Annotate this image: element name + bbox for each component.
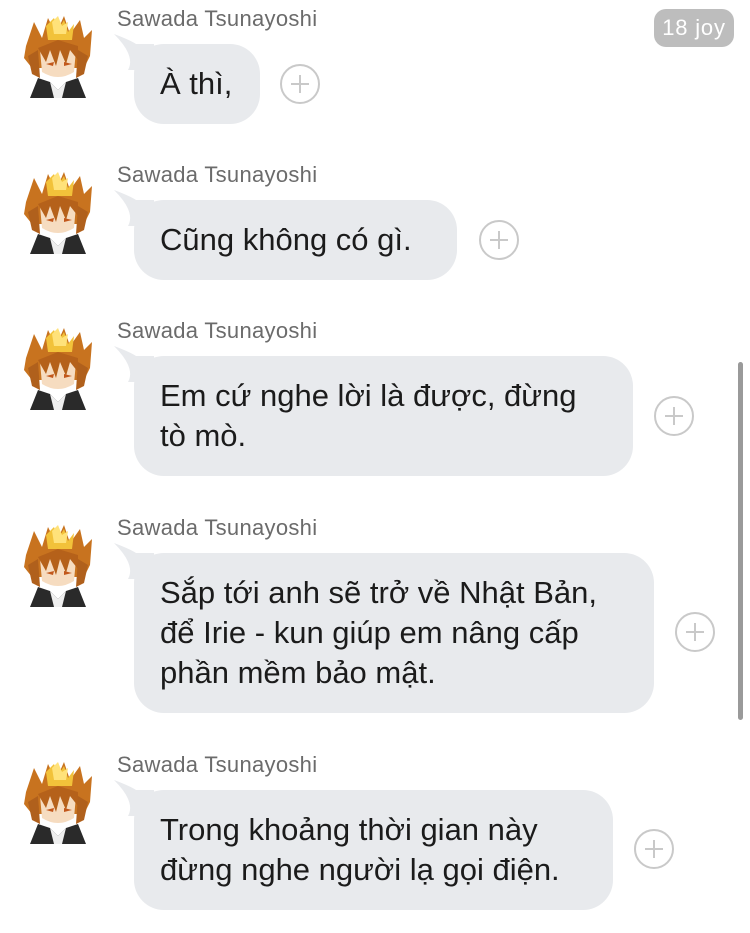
message-bubble[interactable]: Em cứ nghe lời là được, đừng tò mò.: [134, 356, 633, 476]
message-bubble[interactable]: Trong khoảng thời gian này đừng nghe ngư…: [134, 790, 613, 910]
bubble-tail: [114, 346, 154, 382]
avatar[interactable]: [24, 328, 92, 410]
add-reaction-button[interactable]: [634, 829, 674, 869]
avatar[interactable]: [24, 172, 92, 254]
sender-name: Sawada Tsunayoshi: [117, 318, 318, 343]
plus-icon: [645, 840, 663, 858]
bubble-tail: [114, 190, 154, 226]
avatar[interactable]: [24, 525, 92, 607]
message-bubble[interactable]: Sắp tới anh sẽ trở về Nhật Bản, để Irie …: [134, 553, 654, 713]
bubble-tail: [114, 780, 154, 816]
sender-name: Sawada Tsunayoshi: [117, 162, 318, 187]
plus-icon: [686, 623, 704, 641]
plus-icon: [665, 407, 683, 425]
scrollbar[interactable]: [738, 362, 743, 720]
message-text: Trong khoảng thời gian này đừng nghe ngư…: [160, 812, 560, 887]
sender-name: Sawada Tsunayoshi: [117, 515, 318, 540]
plus-icon: [291, 75, 309, 93]
sender-name: Sawada Tsunayoshi: [117, 6, 318, 31]
time-badge: 18 joy: [654, 9, 734, 47]
chat-thread: 18 joy Sawada Tsunayoshi À thì, Sawada T…: [0, 0, 750, 933]
avatar[interactable]: [24, 762, 92, 844]
message-bubble[interactable]: À thì,: [134, 44, 260, 124]
add-reaction-button[interactable]: [654, 396, 694, 436]
avatar[interactable]: [24, 16, 92, 98]
plus-icon: [490, 231, 508, 249]
add-reaction-button[interactable]: [675, 612, 715, 652]
message-text: À thì,: [160, 66, 233, 101]
message-text: Em cứ nghe lời là được, đừng tò mò.: [160, 378, 577, 453]
message-text: Sắp tới anh sẽ trở về Nhật Bản, để Irie …: [160, 575, 597, 690]
message-text: Cũng không có gì.: [160, 222, 412, 257]
bubble-tail: [114, 543, 154, 579]
bubble-tail: [114, 34, 154, 70]
message-bubble[interactable]: Cũng không có gì.: [134, 200, 457, 280]
add-reaction-button[interactable]: [479, 220, 519, 260]
sender-name: Sawada Tsunayoshi: [117, 752, 318, 777]
add-reaction-button[interactable]: [280, 64, 320, 104]
